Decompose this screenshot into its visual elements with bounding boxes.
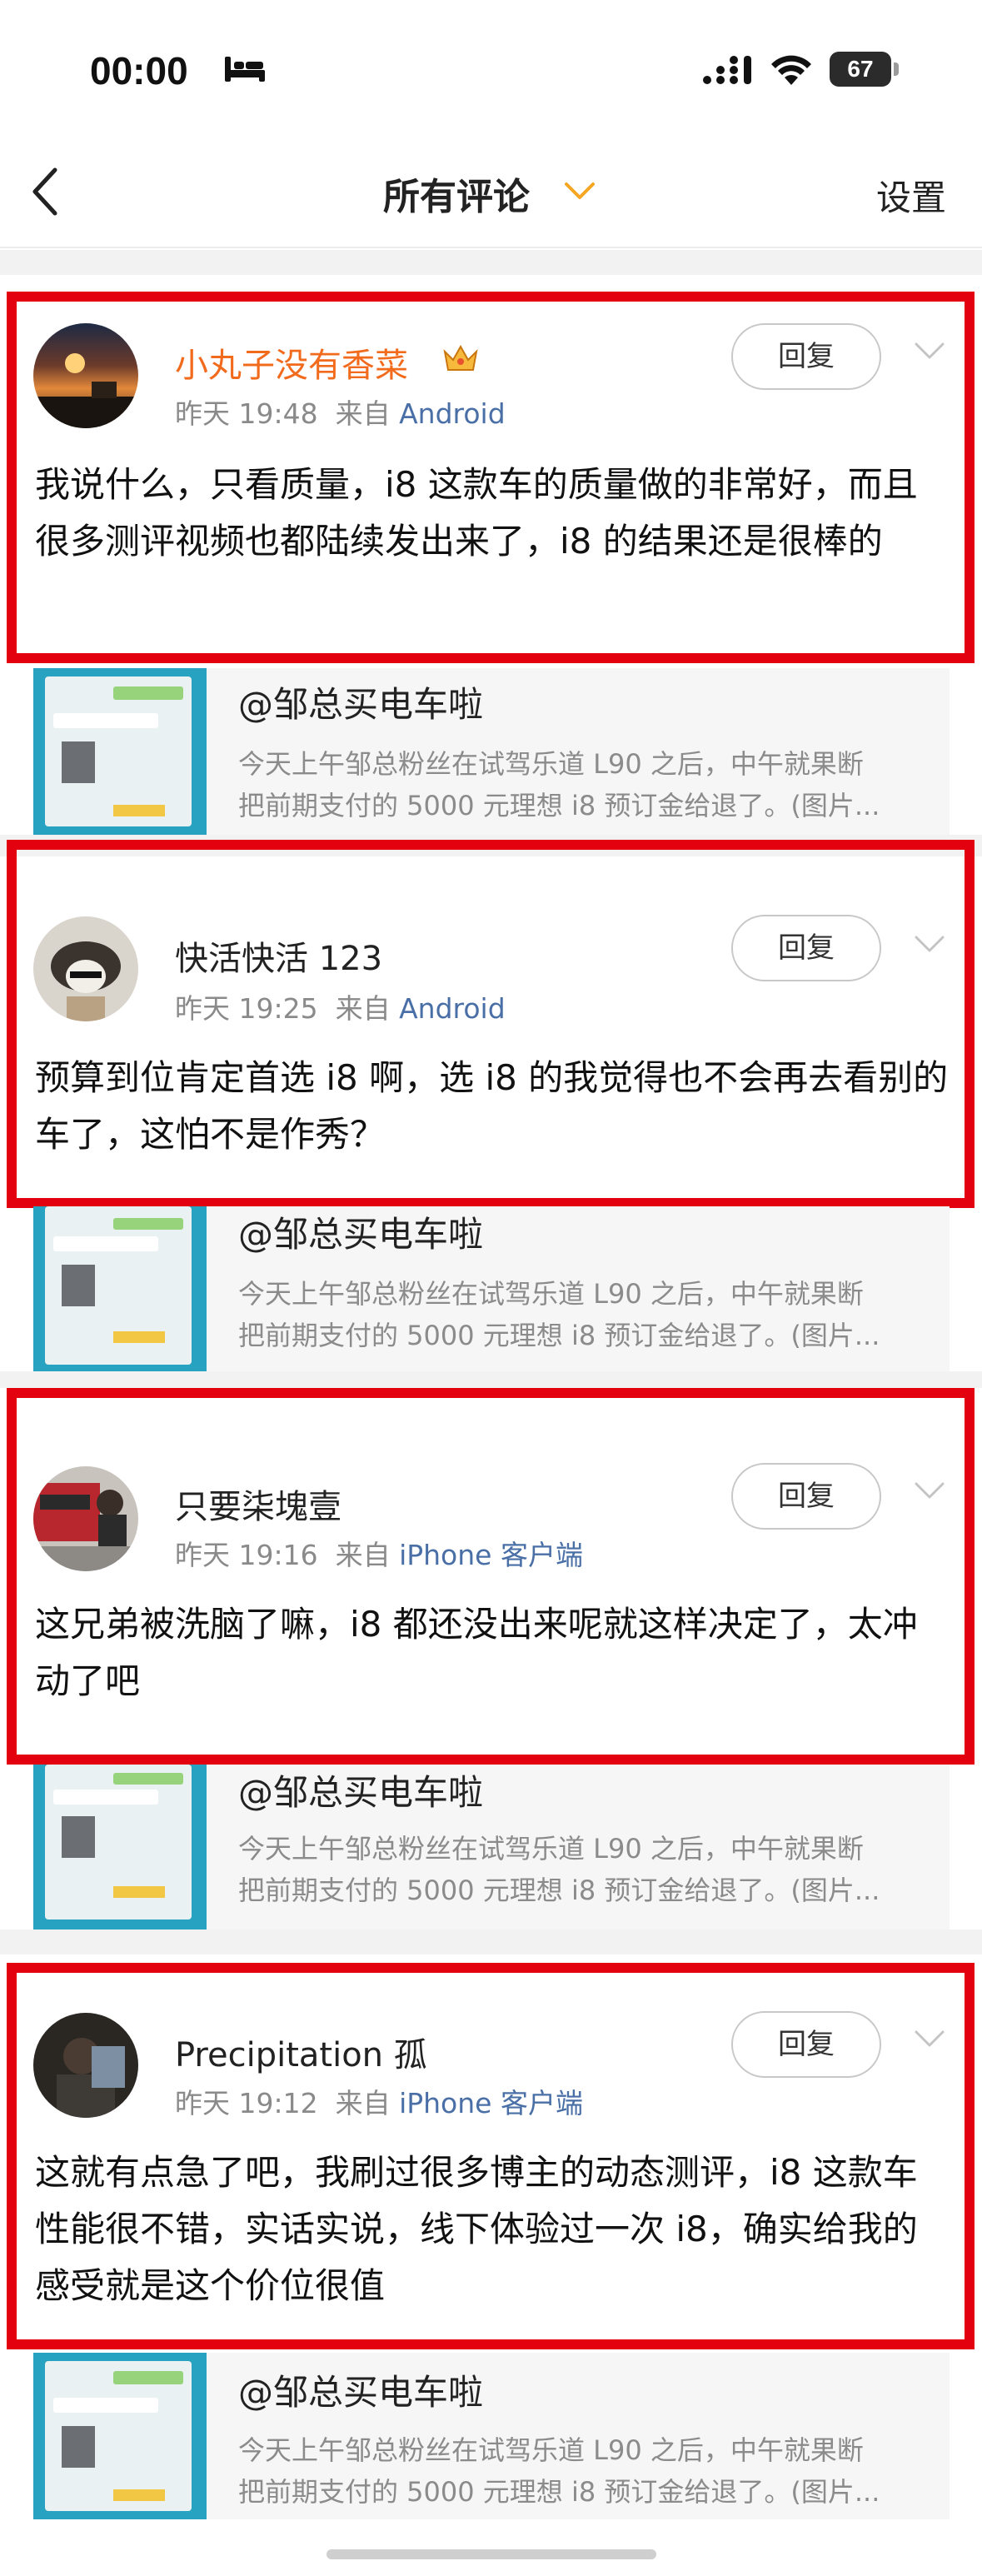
reply-button[interactable]: 回复 <box>731 323 881 390</box>
quoted-post-excerpt: 把前期支付的 5000 元理想 i8 预订金给退了。(图片... <box>238 2476 880 2508</box>
chevron-down-icon[interactable] <box>913 2028 946 2049</box>
quoted-post-author[interactable]: @邹总买电车啦 <box>238 676 483 727</box>
source-prefix: 来自 <box>335 992 391 1025</box>
source-prefix: 来自 <box>335 1539 391 1571</box>
chevron-down-icon[interactable] <box>913 933 946 955</box>
reply-button[interactable]: 回复 <box>731 2011 881 2078</box>
section-divider <box>0 1371 982 1388</box>
quoted-post-excerpt: 今天上午邹总粉丝在试驾乐道 L90 之后，中午就果断 <box>238 2434 864 2466</box>
settings-button[interactable]: 设置 <box>876 170 946 221</box>
reply-button[interactable]: 回复 <box>731 915 881 981</box>
comment-meta: 昨天 19:16 来自 iPhone 客户端 <box>175 1533 583 1573</box>
quoted-post-excerpt: 把前期支付的 5000 元理想 i8 预订金给退了。(图片... <box>238 1320 880 1351</box>
back-arrow-icon[interactable] <box>25 162 68 222</box>
comment-text: 我说什么，只看质量，i8 这款车的质量做的非常好，而且很多测评视频也都陆续发出来… <box>35 464 918 562</box>
comment-text: 这兄弟被洗脑了嘛，i8 都还没出来呢就这样决定了，太冲动了吧 <box>35 1604 918 1701</box>
comment-time: 昨天 19:12 <box>175 2087 318 2119</box>
comment-meta: 昨天 19:12 来自 iPhone 客户端 <box>175 2081 583 2121</box>
battery-icon: 67 <box>830 52 900 87</box>
bed-icon <box>225 57 265 82</box>
source-prefix: 来自 <box>335 397 391 430</box>
quoted-post-thumbnail <box>33 1206 207 1373</box>
comment-meta: 昨天 19:48 来自 Android <box>175 392 506 432</box>
quoted-post-card[interactable]: @邹总买电车啦 今天上午邹总粉丝在试驾乐道 L90 之后，中午就果断 把前期支付… <box>33 668 950 835</box>
quoted-post-thumbnail <box>33 1765 207 1931</box>
vip-crown-icon <box>443 344 478 371</box>
quoted-post-excerpt: 把前期支付的 5000 元理想 i8 预订金给退了。(图片... <box>238 790 880 821</box>
source-link[interactable]: iPhone 客户端 <box>399 2087 583 2119</box>
quoted-post-thumbnail <box>33 2353 207 2519</box>
quoted-post-excerpt: 今天上午邹总粉丝在试驾乐道 L90 之后，中午就果断 <box>238 748 864 780</box>
comment-time: 昨天 19:25 <box>175 992 318 1025</box>
comment-text: 这就有点急了吧，我刷过很多博主的动态测评，i8 这款车性能很不错，实话实说，线下… <box>35 2152 918 2306</box>
quoted-post-card[interactable]: @邹总买电车啦 今天上午邹总粉丝在试驾乐道 L90 之后，中午就果断 把前期支付… <box>33 2353 950 2519</box>
quoted-post-author[interactable]: @邹总买电车啦 <box>238 1765 483 1815</box>
quoted-post-card[interactable]: @邹总买电车啦 今天上午邹总粉丝在试驾乐道 L90 之后，中午就果断 把前期支付… <box>33 1765 950 1931</box>
chevron-down-icon[interactable] <box>563 180 596 202</box>
quoted-post-author[interactable]: @邹总买电车啦 <box>238 1206 483 1257</box>
section-divider <box>0 1930 982 1954</box>
section-divider <box>0 250 982 275</box>
reply-button[interactable]: 回复 <box>731 1463 881 1530</box>
home-indicator <box>327 2549 656 2559</box>
wifi-icon <box>771 55 811 85</box>
comment-meta: 昨天 19:25 来自 Android <box>175 986 506 1026</box>
quoted-post-excerpt: 今天上午邹总粉丝在试驾乐道 L90 之后，中午就果断 <box>238 1278 864 1310</box>
status-time: 00:00 <box>90 49 188 92</box>
source-link[interactable]: iPhone 客户端 <box>399 1539 583 1571</box>
quoted-post-excerpt: 今天上午邹总粉丝在试驾乐道 L90 之后，中午就果断 <box>238 1833 864 1865</box>
nav-bar: 所有评论 设置 <box>0 142 982 248</box>
quoted-post-thumbnail <box>33 668 207 835</box>
chevron-down-icon[interactable] <box>913 1480 946 1501</box>
quoted-post-author[interactable]: @邹总买电车啦 <box>238 2364 483 2415</box>
avatar[interactable] <box>33 916 138 1021</box>
page-title[interactable]: 所有评论 <box>383 167 530 220</box>
cellular-signal-icon <box>703 56 751 84</box>
username[interactable]: 快活快活 123 <box>175 931 382 980</box>
username[interactable]: 小丸子没有香菜 <box>175 338 408 387</box>
avatar[interactable] <box>33 323 138 428</box>
comment-text: 预算到位肯定首选 i8 啊，选 i8 的我觉得也不会再去看别的车了，这怕不是作秀… <box>35 1057 949 1155</box>
chevron-down-icon[interactable] <box>913 340 946 362</box>
username[interactable]: 只要柒塊壹 <box>175 1480 341 1528</box>
avatar[interactable] <box>33 2013 138 2118</box>
source-link[interactable]: Android <box>399 992 506 1025</box>
comment-time: 昨天 19:16 <box>175 1539 318 1571</box>
username[interactable]: Precipitation 孤 <box>175 2028 427 2076</box>
source-link[interactable]: Android <box>399 397 506 430</box>
source-prefix: 来自 <box>335 2087 391 2119</box>
comment-time: 昨天 19:48 <box>175 397 318 430</box>
quoted-post-card[interactable]: @邹总买电车啦 今天上午邹总粉丝在试驾乐道 L90 之后，中午就果断 把前期支付… <box>33 1206 950 1373</box>
status-bar: 00:00 67 <box>0 0 982 142</box>
battery-level: 67 <box>847 56 874 82</box>
avatar[interactable] <box>33 1466 138 1571</box>
quoted-post-excerpt: 把前期支付的 5000 元理想 i8 预订金给退了。(图片... <box>238 1875 880 1906</box>
